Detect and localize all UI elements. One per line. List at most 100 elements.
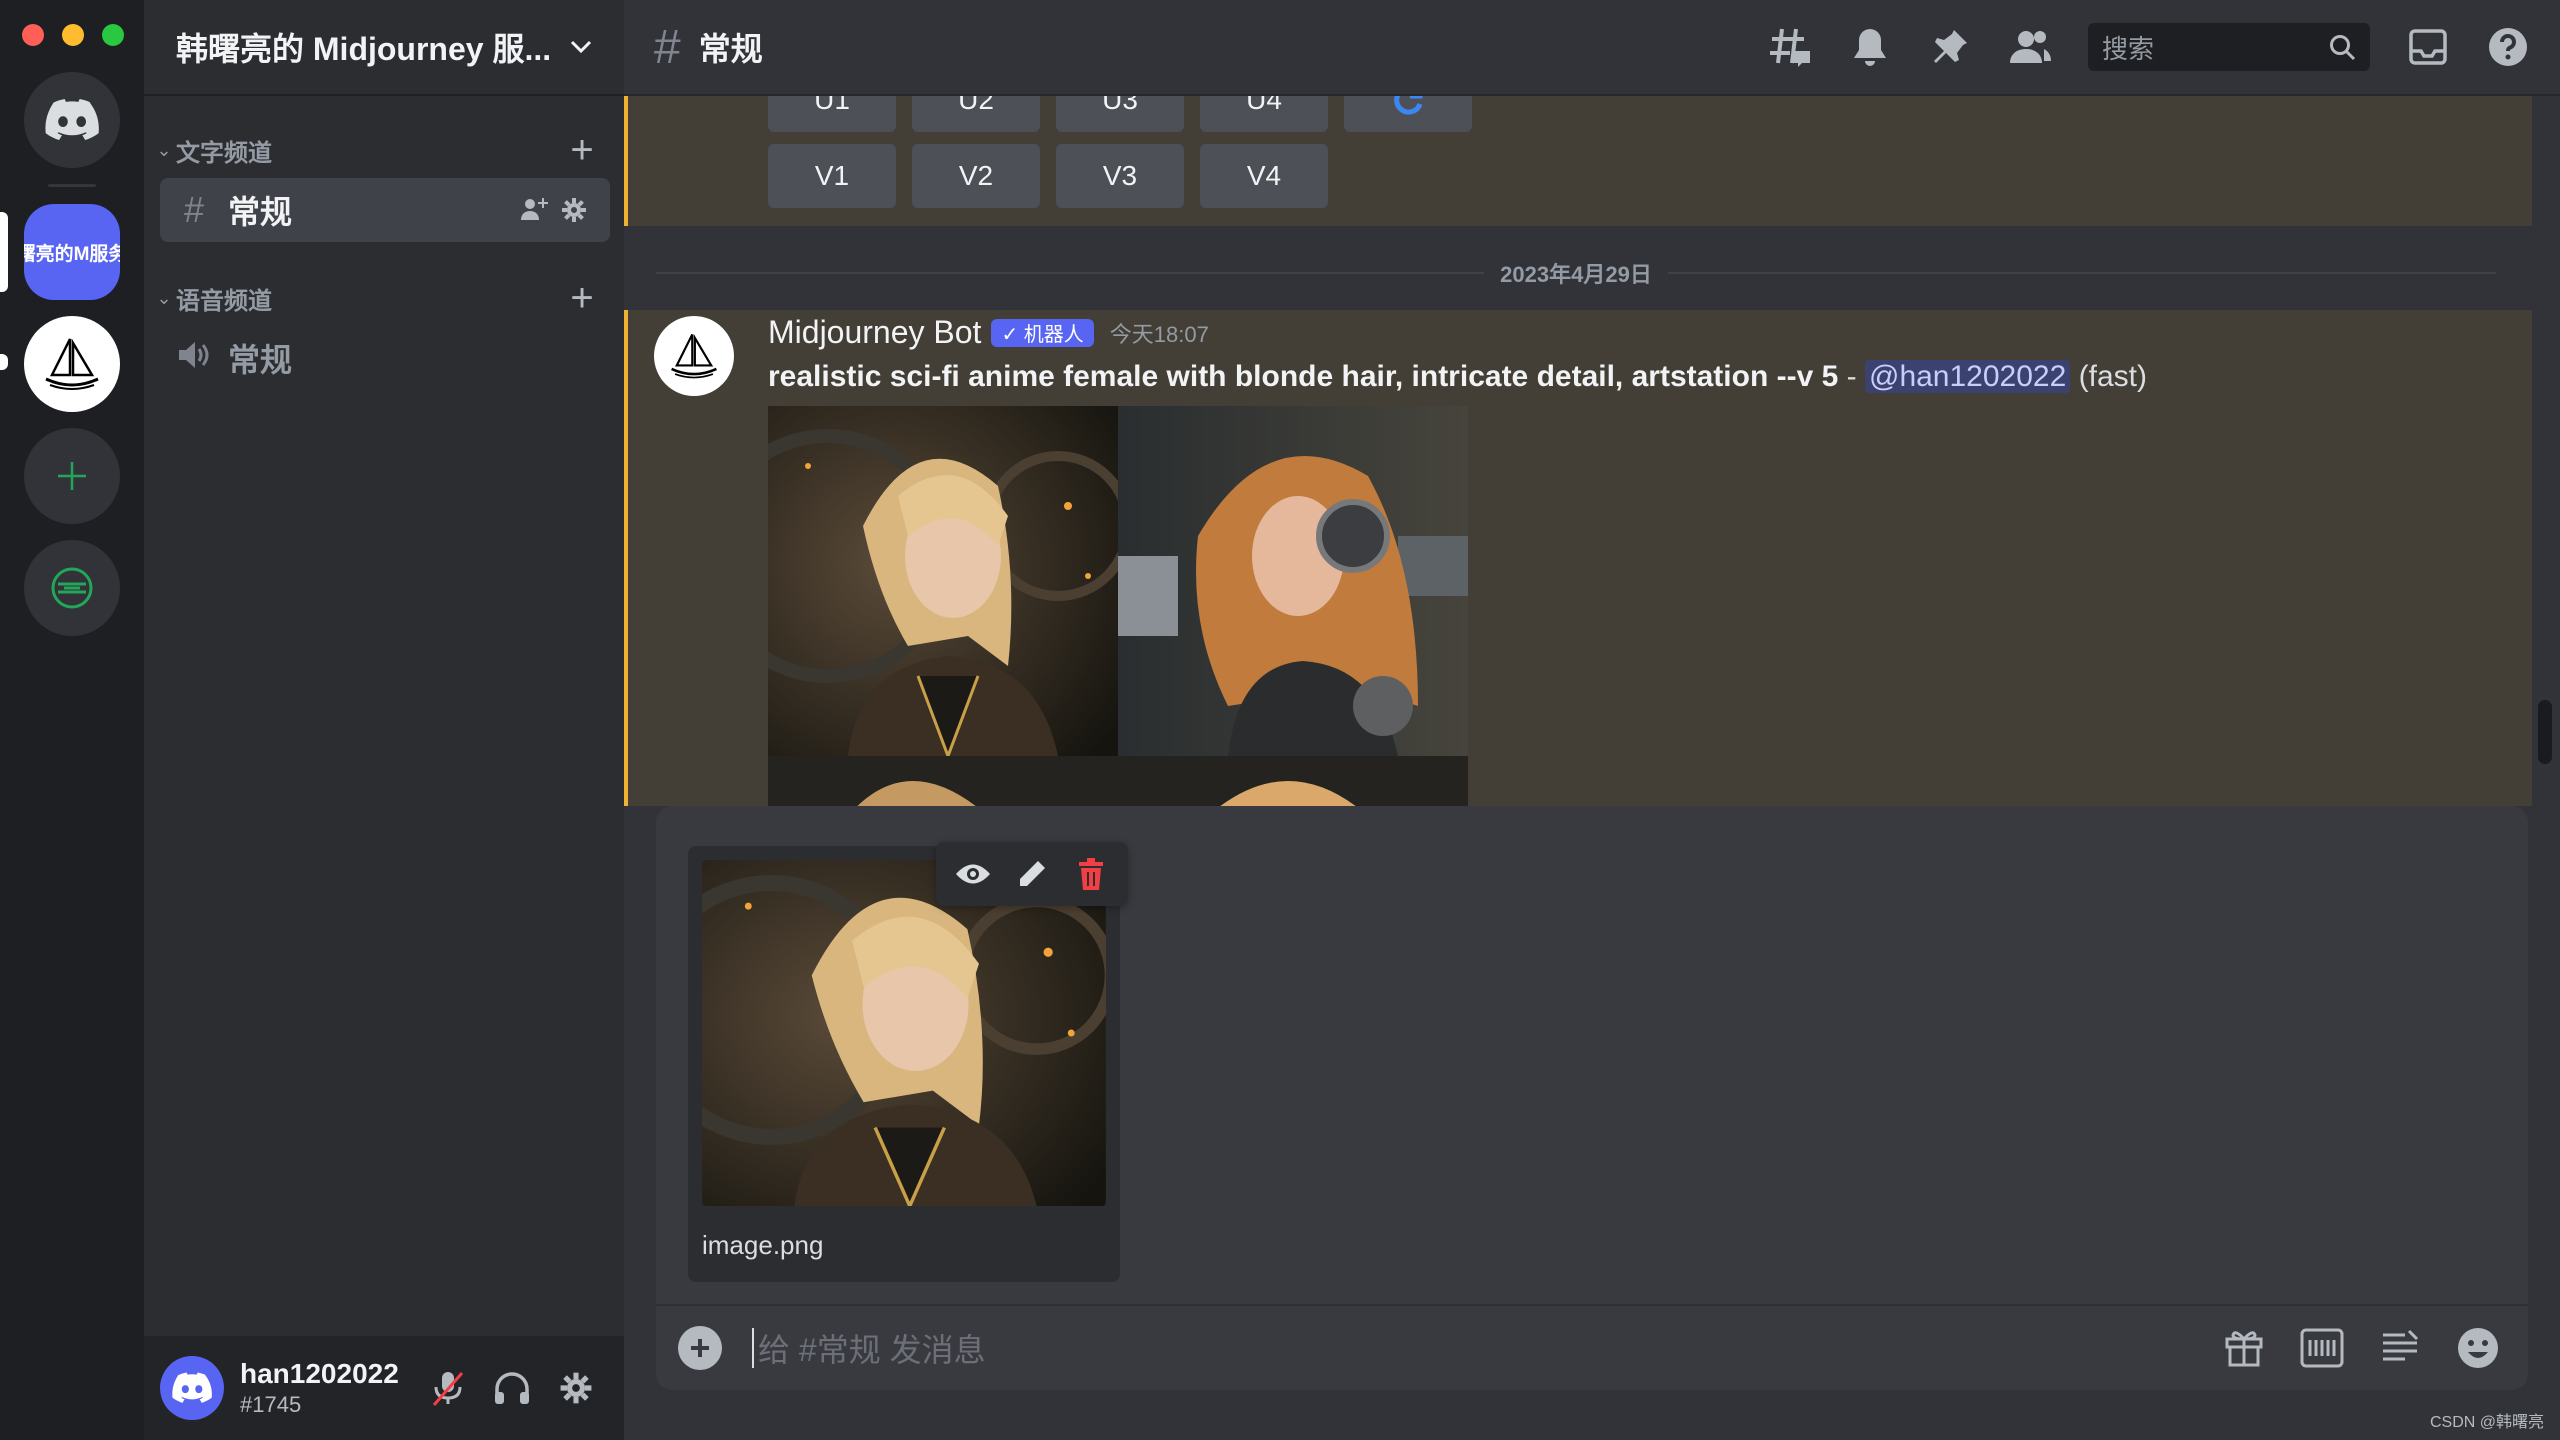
gif-icon bbox=[2300, 1328, 2344, 1368]
microphone-muted-icon bbox=[432, 1372, 464, 1406]
pinned-messages-button[interactable] bbox=[1922, 19, 1978, 75]
user-tag: #1745 bbox=[240, 1392, 302, 1417]
upload-button[interactable] bbox=[678, 1326, 722, 1370]
help-icon bbox=[2489, 28, 2527, 66]
bot-badge: ✓ 机器人 bbox=[991, 318, 1094, 347]
attachment-filename: image.png bbox=[702, 1230, 824, 1260]
variation-button-1[interactable]: V1 bbox=[768, 144, 896, 208]
discord-logo-icon bbox=[45, 99, 99, 140]
refresh-icon bbox=[1394, 96, 1423, 115]
emoji-button[interactable] bbox=[2450, 1320, 2506, 1376]
category-label: 文字频道 bbox=[176, 139, 272, 167]
server-icon-hanshuliang[interactable]: 曙亮的M服务 bbox=[24, 204, 120, 300]
gift-icon bbox=[2225, 1331, 2263, 1367]
inbox-button[interactable] bbox=[2400, 19, 2456, 75]
category-label: 语音频道 bbox=[176, 287, 272, 315]
channel-header: # 常规 搜索 bbox=[624, 0, 2560, 96]
trash-icon bbox=[1078, 858, 1103, 890]
date-divider: 2023年4月29日 bbox=[656, 257, 2496, 289]
variation-button-3[interactable]: V3 bbox=[1056, 144, 1184, 208]
channel-text-general[interactable]: # 常规 bbox=[160, 178, 610, 242]
generated-image-2[interactable] bbox=[1118, 406, 1468, 756]
server-header[interactable]: 韩曙亮的 Midjourney 服... bbox=[144, 0, 624, 96]
reroll-button[interactable] bbox=[1344, 96, 1472, 132]
chat-area: # 常规 搜索 U1 U2 U3 U4 V1 V2 V3 V4 2023年4月2… bbox=[624, 0, 2560, 1440]
channel-name: 常规 bbox=[228, 342, 293, 378]
window-zoom-button[interactable] bbox=[102, 24, 124, 46]
spoiler-attachment-button[interactable] bbox=[947, 848, 999, 900]
gif-button[interactable] bbox=[2294, 1320, 2350, 1376]
generated-image-grid-bottom[interactable] bbox=[768, 756, 1468, 806]
sticker-button[interactable] bbox=[2372, 1320, 2428, 1376]
explore-servers-button[interactable] bbox=[24, 540, 120, 636]
server-icon-midjourney[interactable] bbox=[24, 316, 120, 412]
user-mention[interactable]: @han1202022 bbox=[1864, 360, 2071, 393]
username: han1202022 bbox=[240, 1358, 399, 1389]
window-minimize-button[interactable] bbox=[62, 24, 84, 46]
notification-settings-button[interactable] bbox=[1842, 19, 1898, 75]
mute-microphone-button[interactable] bbox=[416, 1356, 480, 1420]
headphones-icon bbox=[495, 1372, 529, 1404]
server-short-name: 曙亮的M服务 bbox=[24, 243, 120, 265]
create-channel-icon[interactable]: + bbox=[562, 130, 602, 170]
search-input[interactable]: 搜索 bbox=[2088, 23, 2370, 71]
attachment-thumbnail bbox=[702, 860, 1106, 1206]
prompt-text: realistic sci-fi anime female with blond… bbox=[768, 360, 1839, 393]
midjourney-sailboat-icon bbox=[671, 333, 717, 379]
rail-separator bbox=[48, 184, 96, 187]
direct-messages-button[interactable] bbox=[24, 72, 120, 168]
create-channel-icon[interactable]: + bbox=[562, 278, 602, 318]
gift-button[interactable] bbox=[2216, 1320, 2272, 1376]
message-list: U1 U2 U3 U4 V1 V2 V3 V4 2023年4月29日 Midjo… bbox=[624, 96, 2560, 806]
upscale-button-3[interactable]: U3 bbox=[1056, 96, 1184, 132]
message-composer: image.png 给 #常规 发消息 bbox=[656, 806, 2528, 1390]
variation-button-2[interactable]: V2 bbox=[912, 144, 1040, 208]
add-server-button[interactable] bbox=[24, 428, 120, 524]
invite-people-icon[interactable] bbox=[514, 190, 554, 230]
midjourney-sailboat-icon bbox=[45, 338, 99, 390]
hashtag-icon: # bbox=[654, 20, 681, 74]
selected-server-indicator bbox=[0, 212, 8, 292]
highlighted-message bbox=[624, 96, 2532, 226]
member-list-button[interactable] bbox=[2002, 19, 2058, 75]
message-author[interactable]: Midjourney Bot bbox=[768, 314, 981, 351]
members-icon bbox=[2010, 31, 2051, 63]
speaker-icon bbox=[176, 337, 212, 379]
avatar[interactable] bbox=[160, 1356, 224, 1420]
help-button[interactable] bbox=[2480, 19, 2536, 75]
watermark: CSDN @韩曙亮 bbox=[2429, 1414, 2544, 1431]
channel-settings-icon[interactable] bbox=[554, 190, 594, 230]
emoji-icon bbox=[2458, 1328, 2498, 1368]
category-voice-channels[interactable]: ⌄ 语音频道 + bbox=[152, 278, 602, 318]
message-header: Midjourney Bot ✓ 机器人 今天18:07 bbox=[768, 314, 1209, 351]
sticker-icon bbox=[2383, 1329, 2419, 1361]
gear-icon bbox=[560, 1372, 592, 1404]
avatar[interactable] bbox=[654, 316, 734, 396]
channel-voice-general[interactable]: 常规 bbox=[160, 326, 610, 390]
upscale-button-1[interactable]: U1 bbox=[768, 96, 896, 132]
upscale-button-4[interactable]: U4 bbox=[1200, 96, 1328, 132]
inbox-icon bbox=[2409, 29, 2447, 65]
text-caret bbox=[752, 1328, 754, 1368]
category-text-channels[interactable]: ⌄ 文字频道 + bbox=[152, 130, 602, 170]
window-close-button[interactable] bbox=[22, 24, 44, 46]
user-info[interactable]: han1202022 #1745 bbox=[240, 1358, 416, 1418]
upscale-button-2[interactable]: U2 bbox=[912, 96, 1040, 132]
pencil-icon bbox=[1019, 861, 1045, 886]
search-icon bbox=[2330, 35, 2356, 61]
threads-button[interactable] bbox=[1762, 19, 1818, 75]
edit-attachment-button[interactable] bbox=[1006, 848, 1058, 900]
attachment-preview[interactable]: image.png bbox=[688, 846, 1120, 1282]
search-placeholder: 搜索 bbox=[2102, 33, 2155, 64]
variation-button-4[interactable]: V4 bbox=[1200, 144, 1328, 208]
user-settings-button[interactable] bbox=[544, 1356, 608, 1420]
deafen-button[interactable] bbox=[480, 1356, 544, 1420]
remove-attachment-button[interactable] bbox=[1065, 848, 1117, 900]
plus-icon bbox=[691, 1339, 709, 1357]
message-scrollbar[interactable] bbox=[2538, 700, 2552, 764]
chevron-down-icon bbox=[570, 40, 592, 54]
page-title: 常规 bbox=[698, 31, 763, 67]
message-input[interactable]: 给 #常规 发消息 bbox=[758, 1325, 2194, 1371]
user-panel: han1202022 #1745 bbox=[144, 1336, 624, 1440]
generated-image-1[interactable] bbox=[701, 406, 1133, 761]
